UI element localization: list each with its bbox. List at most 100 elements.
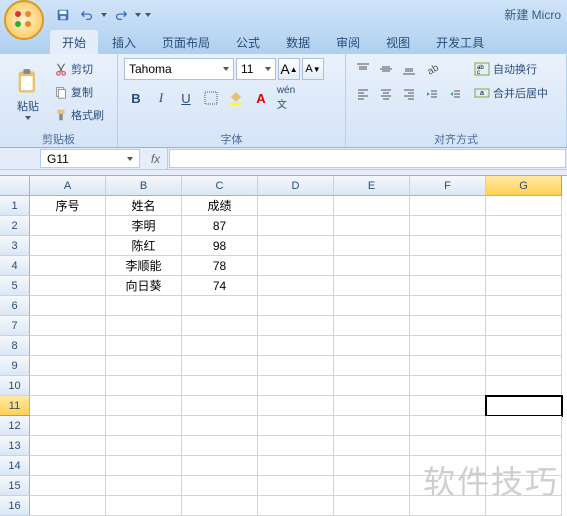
cell-E11[interactable] xyxy=(334,396,410,416)
cell-D3[interactable] xyxy=(258,236,334,256)
cell-E7[interactable] xyxy=(334,316,410,336)
col-header-G[interactable]: G xyxy=(486,176,562,196)
row-header-4[interactable]: 4 xyxy=(0,256,30,276)
cell-C5[interactable]: 74 xyxy=(182,276,258,296)
tab-6[interactable]: 视图 xyxy=(374,30,422,54)
italic-button[interactable]: I xyxy=(149,86,173,110)
tab-1[interactable]: 插入 xyxy=(100,30,148,54)
save-icon[interactable] xyxy=(52,4,74,26)
col-header-C[interactable]: C xyxy=(182,176,258,196)
cell-D10[interactable] xyxy=(258,376,334,396)
merge-center-button[interactable]: a合并后居中 xyxy=(472,82,550,104)
cell-D15[interactable] xyxy=(258,476,334,496)
wrap-text-button[interactable]: abc自动换行 xyxy=(472,58,550,80)
cell-A10[interactable] xyxy=(30,376,106,396)
cell-F12[interactable] xyxy=(410,416,486,436)
qat-customize-icon[interactable] xyxy=(144,4,152,26)
cell-D9[interactable] xyxy=(258,356,334,376)
cell-C11[interactable] xyxy=(182,396,258,416)
font-name-select[interactable]: Tahoma xyxy=(124,58,234,80)
phonetic-button[interactable]: wén文 xyxy=(274,86,298,110)
cell-G1[interactable] xyxy=(486,196,562,216)
office-button[interactable] xyxy=(4,0,44,40)
cell-D11[interactable] xyxy=(258,396,334,416)
cell-A14[interactable] xyxy=(30,456,106,476)
col-header-A[interactable]: A xyxy=(30,176,106,196)
cell-E5[interactable] xyxy=(334,276,410,296)
cell-E6[interactable] xyxy=(334,296,410,316)
cell-F9[interactable] xyxy=(410,356,486,376)
cell-G8[interactable] xyxy=(486,336,562,356)
cell-F13[interactable] xyxy=(410,436,486,456)
cell-A9[interactable] xyxy=(30,356,106,376)
cell-F3[interactable] xyxy=(410,236,486,256)
cell-E12[interactable] xyxy=(334,416,410,436)
cell-B3[interactable]: 陈红 xyxy=(106,236,182,256)
cell-A3[interactable] xyxy=(30,236,106,256)
cell-D8[interactable] xyxy=(258,336,334,356)
cell-D12[interactable] xyxy=(258,416,334,436)
shrink-font-button[interactable]: A▼ xyxy=(302,58,324,80)
cell-F16[interactable] xyxy=(410,496,486,516)
cell-F2[interactable] xyxy=(410,216,486,236)
cell-F5[interactable] xyxy=(410,276,486,296)
col-header-F[interactable]: F xyxy=(410,176,486,196)
cell-B14[interactable] xyxy=(106,456,182,476)
copy-button[interactable]: 复制 xyxy=(50,81,108,103)
cell-C1[interactable]: 成绩 xyxy=(182,196,258,216)
tab-3[interactable]: 公式 xyxy=(224,30,272,54)
cell-A16[interactable] xyxy=(30,496,106,516)
cell-C8[interactable] xyxy=(182,336,258,356)
font-color-button[interactable]: A xyxy=(249,86,273,110)
cell-C7[interactable] xyxy=(182,316,258,336)
row-header-2[interactable]: 2 xyxy=(0,216,30,236)
row-header-14[interactable]: 14 xyxy=(0,456,30,476)
row-header-7[interactable]: 7 xyxy=(0,316,30,336)
row-header-10[interactable]: 10 xyxy=(0,376,30,396)
row-header-16[interactable]: 16 xyxy=(0,496,30,516)
cell-B10[interactable] xyxy=(106,376,182,396)
cell-E13[interactable] xyxy=(334,436,410,456)
cell-C6[interactable] xyxy=(182,296,258,316)
cell-E2[interactable] xyxy=(334,216,410,236)
undo-dropdown-icon[interactable] xyxy=(100,4,108,26)
bold-button[interactable]: B xyxy=(124,86,148,110)
row-header-5[interactable]: 5 xyxy=(0,276,30,296)
cell-C13[interactable] xyxy=(182,436,258,456)
cell-G2[interactable] xyxy=(486,216,562,236)
cell-A7[interactable] xyxy=(30,316,106,336)
paste-button[interactable]: 粘贴 xyxy=(8,56,48,131)
cell-C10[interactable] xyxy=(182,376,258,396)
cell-A11[interactable] xyxy=(30,396,106,416)
cell-D14[interactable] xyxy=(258,456,334,476)
formula-input[interactable] xyxy=(169,149,566,168)
cell-B15[interactable] xyxy=(106,476,182,496)
cell-D16[interactable] xyxy=(258,496,334,516)
col-header-D[interactable]: D xyxy=(258,176,334,196)
row-header-11[interactable]: 11 xyxy=(0,396,30,416)
fx-icon[interactable]: fx xyxy=(144,148,168,169)
cell-C12[interactable] xyxy=(182,416,258,436)
redo-dropdown-icon[interactable] xyxy=(134,4,142,26)
cell-B7[interactable] xyxy=(106,316,182,336)
cell-E16[interactable] xyxy=(334,496,410,516)
align-left-button[interactable] xyxy=(352,83,374,105)
increase-indent-button[interactable] xyxy=(444,83,466,105)
cell-E15[interactable] xyxy=(334,476,410,496)
col-header-B[interactable]: B xyxy=(106,176,182,196)
cell-G14[interactable] xyxy=(486,456,562,476)
row-header-8[interactable]: 8 xyxy=(0,336,30,356)
cell-F11[interactable] xyxy=(410,396,486,416)
grow-font-button[interactable]: A▲ xyxy=(278,58,300,80)
name-box[interactable]: G11 xyxy=(40,149,140,168)
cell-E1[interactable] xyxy=(334,196,410,216)
cell-E3[interactable] xyxy=(334,236,410,256)
tab-0[interactable]: 开始 xyxy=(50,30,98,54)
cell-F14[interactable] xyxy=(410,456,486,476)
underline-button[interactable]: U xyxy=(174,86,198,110)
cell-B11[interactable] xyxy=(106,396,182,416)
align-top-button[interactable] xyxy=(352,58,374,80)
cell-F15[interactable] xyxy=(410,476,486,496)
cell-D2[interactable] xyxy=(258,216,334,236)
align-bottom-button[interactable] xyxy=(398,58,420,80)
